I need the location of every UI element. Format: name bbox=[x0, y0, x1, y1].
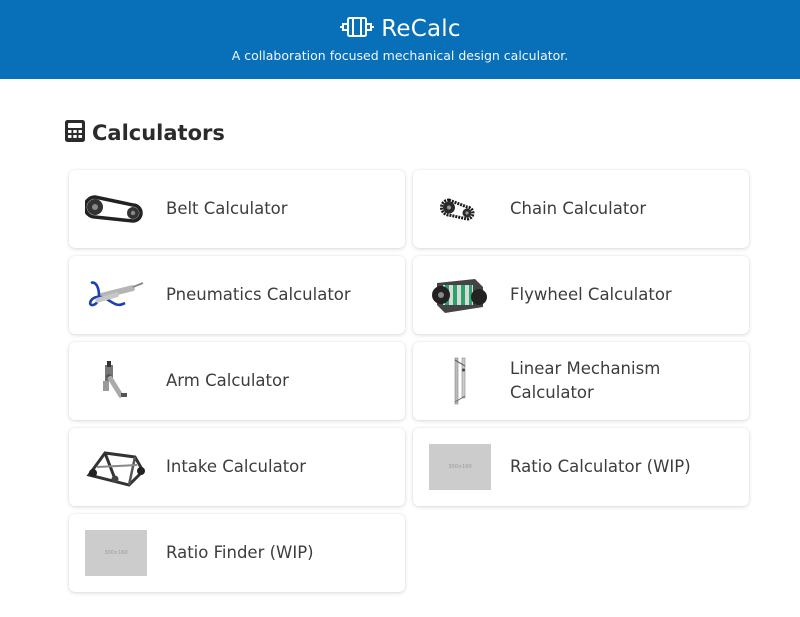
site-header: ReCalc A collaboration focused mechanica… bbox=[0, 0, 800, 79]
intake-icon bbox=[85, 444, 147, 490]
card-label: Pneumatics Calculator bbox=[166, 285, 351, 304]
pneumatic-cylinder-icon bbox=[85, 272, 147, 318]
calculator-icon bbox=[64, 119, 86, 147]
belt-icon bbox=[85, 186, 147, 232]
card-belt-calculator[interactable]: Belt Calculator bbox=[69, 170, 405, 248]
placeholder-image: 300×160 bbox=[429, 444, 491, 490]
arm-icon bbox=[85, 358, 147, 404]
app-title: ReCalc bbox=[381, 16, 461, 42]
motor-icon bbox=[339, 16, 375, 42]
brand[interactable]: ReCalc bbox=[339, 16, 461, 42]
card-label: Flywheel Calculator bbox=[510, 285, 672, 304]
calculator-grid: Belt Calculator Chain Calculator Pneumat… bbox=[69, 170, 749, 592]
card-arm-calculator[interactable]: Arm Calculator bbox=[69, 342, 405, 420]
placeholder-image: 300×160 bbox=[85, 530, 147, 576]
main-content: Calculators Belt Calculator Chain Calcul… bbox=[0, 120, 800, 592]
card-label: Linear Mechanism Calculator bbox=[510, 359, 661, 402]
card-label: Belt Calculator bbox=[166, 199, 288, 218]
card-label: Ratio Finder (WIP) bbox=[166, 543, 314, 562]
card-ratio-finder[interactable]: 300×160 Ratio Finder (WIP) bbox=[69, 514, 405, 592]
card-label: Intake Calculator bbox=[166, 457, 307, 476]
placeholder-text: 300×160 bbox=[429, 444, 491, 490]
card-chain-calculator[interactable]: Chain Calculator bbox=[413, 170, 749, 248]
card-label: Ratio Calculator (WIP) bbox=[510, 457, 691, 476]
flywheel-icon bbox=[429, 272, 491, 318]
card-ratio-calculator[interactable]: 300×160 Ratio Calculator (WIP) bbox=[413, 428, 749, 506]
card-label: Chain Calculator bbox=[510, 199, 647, 218]
app-subtitle: A collaboration focused mechanical desig… bbox=[231, 48, 569, 63]
placeholder-text: 300×160 bbox=[85, 530, 147, 576]
section-header: Calculators bbox=[64, 120, 800, 146]
card-linear-mechanism-calculator[interactable]: Linear Mechanism Calculator bbox=[413, 342, 749, 420]
card-label: Arm Calculator bbox=[166, 371, 289, 390]
section-title: Calculators bbox=[92, 121, 225, 145]
card-intake-calculator[interactable]: Intake Calculator bbox=[69, 428, 405, 506]
card-flywheel-calculator[interactable]: Flywheel Calculator bbox=[413, 256, 749, 334]
chain-icon bbox=[429, 186, 491, 232]
card-pneumatics-calculator[interactable]: Pneumatics Calculator bbox=[69, 256, 405, 334]
linear-mechanism-icon bbox=[429, 357, 491, 405]
